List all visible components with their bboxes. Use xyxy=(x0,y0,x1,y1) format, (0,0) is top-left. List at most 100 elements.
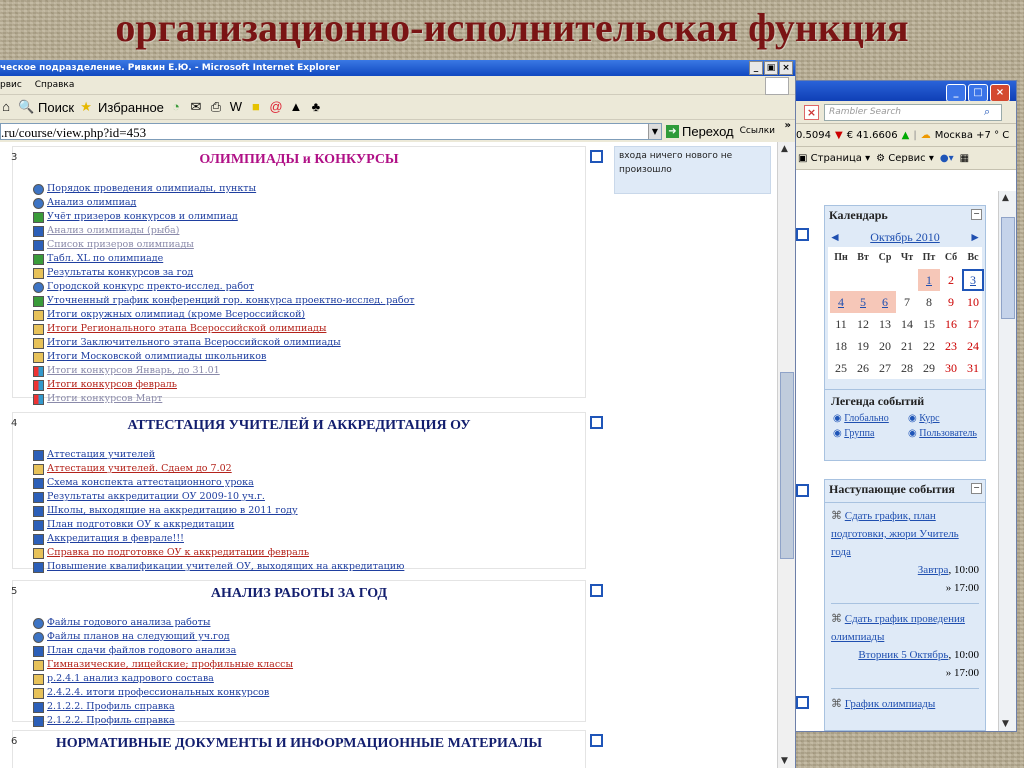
menu-help[interactable]: Справка xyxy=(35,80,75,90)
minimize-button[interactable]: _ xyxy=(946,84,966,102)
resource-link[interactable]: Аттестация учителей xyxy=(47,448,155,462)
resource-link[interactable]: Табл. XL по олимпиаде xyxy=(47,252,163,266)
calendar-day[interactable]: 15 xyxy=(918,313,940,335)
calendar-day[interactable]: 16 xyxy=(940,313,962,335)
resource-link[interactable]: Файлы годового анализа работы xyxy=(47,616,210,630)
calendar-day[interactable]: 6 xyxy=(874,291,896,313)
event-day-link[interactable]: Завтра xyxy=(918,564,949,576)
favorites-button[interactable]: Избранное xyxy=(98,100,164,115)
resource-link[interactable]: Результаты конкурсов за год xyxy=(47,266,193,280)
win2-scrollbar[interactable]: ▲ ▼ xyxy=(998,191,1016,731)
section-toggle-icon[interactable] xyxy=(796,484,809,497)
calendar-day[interactable]: 21 xyxy=(896,335,918,357)
resource-link[interactable]: Итоги конкурсов Январь, до 31.01 xyxy=(47,364,220,378)
chevron-icon[interactable]: » xyxy=(785,120,791,131)
legend-link[interactable]: Группа xyxy=(844,428,874,439)
close-button[interactable]: × xyxy=(990,84,1010,102)
resource-link[interactable]: Итоги Московской олимпиады школьников xyxy=(47,350,266,364)
section-toggle-icon[interactable] xyxy=(796,696,809,709)
resource-link[interactable]: Учёт призеров конкурсов и олимпиад xyxy=(47,210,238,224)
calendar-day[interactable]: 30 xyxy=(940,357,962,379)
event-link[interactable]: Сдать график, план подготовки, жюри Учит… xyxy=(831,510,959,558)
calendar-day[interactable]: 25 xyxy=(830,357,852,379)
section-toggle-icon[interactable] xyxy=(590,416,603,429)
search-icon[interactable]: ⌕ xyxy=(984,105,990,119)
resource-link[interactable]: Городской конкурс пректо-исслед. работ xyxy=(47,280,254,294)
resource-link[interactable]: Результаты аккредитации ОУ 2009-10 уч.г. xyxy=(47,490,265,504)
rambler-search-input[interactable]: Rambler Search xyxy=(824,104,1002,121)
address-input[interactable]: .ru/course/view.php?id=453 ▼ xyxy=(0,122,662,140)
calendar-day[interactable]: 26 xyxy=(852,357,874,379)
favorites-star-icon[interactable]: ★ xyxy=(78,99,94,115)
legend-link[interactable]: Курс xyxy=(919,413,939,424)
resource-link[interactable]: Итоги конкурсов февраль xyxy=(47,378,177,392)
calendar-day[interactable]: 14 xyxy=(896,313,918,335)
resource-link[interactable]: Порядок проведения олимпиады, пункты xyxy=(47,182,256,196)
calendar-day[interactable]: 29 xyxy=(918,357,940,379)
links-button[interactable]: Ссылки xyxy=(740,126,775,136)
resource-link[interactable]: Итоги окружных олимпиад (кроме Всероссий… xyxy=(47,308,305,322)
calendar-day[interactable]: 7 xyxy=(896,291,918,313)
main-scrollbar[interactable]: ▲ ▼ xyxy=(777,142,795,768)
dropdown-icon[interactable]: ▼ xyxy=(648,123,661,139)
edit-icon[interactable]: W xyxy=(228,99,244,115)
resource-link[interactable]: Школы, выходящие на аккредитацию в 2011 … xyxy=(47,504,298,518)
print-icon[interactable]: ⎙ xyxy=(208,99,224,115)
calendar-day[interactable]: 19 xyxy=(852,335,874,357)
calendar-day[interactable]: 18 xyxy=(830,335,852,357)
calendar-day[interactable]: 3 xyxy=(962,269,984,291)
search-button[interactable]: Поиск xyxy=(38,100,74,115)
service-menu[interactable]: ⚙ Сервис ▾ xyxy=(876,153,934,164)
collapse-icon[interactable]: − xyxy=(971,209,982,220)
history-icon[interactable]: ◔ xyxy=(168,99,184,115)
calendar-day[interactable]: 23 xyxy=(940,335,962,357)
prev-month-button[interactable]: ◄ xyxy=(829,230,841,245)
resource-link[interactable]: План подготовки ОУ к аккредитации xyxy=(47,518,234,532)
home-icon[interactable]: ⌂ xyxy=(0,99,14,115)
calendar-day[interactable]: 5 xyxy=(852,291,874,313)
folder-icon[interactable]: ■ xyxy=(248,99,264,115)
calendar-day[interactable]: 10 xyxy=(962,291,984,313)
legend-link[interactable]: Пользователь xyxy=(919,428,977,439)
close-button[interactable]: × xyxy=(779,61,793,75)
mail-icon[interactable]: ✉ xyxy=(188,99,204,115)
resource-link[interactable]: Аттестация учителей. Сдаем до 7.02 xyxy=(47,462,232,476)
calendar-day[interactable]: 2 xyxy=(940,269,962,291)
section-toggle-icon[interactable] xyxy=(590,584,603,597)
legend-item[interactable]: ◉ Курс xyxy=(908,413,981,424)
restore-button[interactable]: ▣ xyxy=(764,61,778,75)
collapse-icon[interactable]: − xyxy=(971,483,982,494)
search-icon[interactable]: 🔍 xyxy=(18,99,34,115)
resource-link[interactable]: Схема конспекта аттестационного урока xyxy=(47,476,254,490)
scroll-thumb[interactable] xyxy=(1001,217,1015,319)
section-toggle-icon[interactable] xyxy=(590,734,603,747)
calendar-day[interactable]: 20 xyxy=(874,335,896,357)
calendar-day[interactable]: 11 xyxy=(830,313,852,335)
minimize-button[interactable]: _ xyxy=(749,61,763,75)
resource-link[interactable]: р.2.4.1 анализ кадрового состава xyxy=(47,672,214,686)
resource-link[interactable]: План сдачи файлов годового анализа xyxy=(47,644,236,658)
resource-link[interactable]: Анализ олимпиад xyxy=(47,196,136,210)
calendar-day[interactable]: 31 xyxy=(962,357,984,379)
resource-link[interactable]: Повышение квалификации учителей ОУ, выхо… xyxy=(47,560,404,574)
messenger-icon[interactable]: ♣ xyxy=(308,99,324,115)
mail-at-icon[interactable]: @ xyxy=(268,99,284,115)
resource-link[interactable]: 2.1.2.2. Профиль справка xyxy=(47,700,175,714)
resource-link[interactable]: Справка по подготовке ОУ к аккредитации … xyxy=(47,546,309,560)
calendar-month[interactable]: Октябрь 2010 xyxy=(870,230,940,245)
calendar-day[interactable]: 22 xyxy=(918,335,940,357)
calendar-day[interactable]: 9 xyxy=(940,291,962,313)
toolbar-icon[interactable]: ▦ xyxy=(960,153,969,164)
resource-link[interactable]: Файлы планов на следующий уч.год xyxy=(47,630,230,644)
legend-item[interactable]: ◉ Пользователь xyxy=(908,428,981,439)
resource-link[interactable]: Аккредитация в феврале!!! xyxy=(47,532,184,546)
calendar-day[interactable]: 8 xyxy=(918,291,940,313)
section-toggle-icon[interactable] xyxy=(590,150,603,163)
legend-item[interactable]: ◉ Глобально xyxy=(833,413,906,424)
calendar-day[interactable]: 27 xyxy=(874,357,896,379)
calendar-day[interactable]: 1 xyxy=(918,269,940,291)
menu-service[interactable]: рвис xyxy=(0,80,22,90)
event-link[interactable]: График олимпиады xyxy=(845,698,936,710)
close-icon[interactable]: × xyxy=(804,105,819,120)
maximize-button[interactable]: □ xyxy=(968,84,988,102)
